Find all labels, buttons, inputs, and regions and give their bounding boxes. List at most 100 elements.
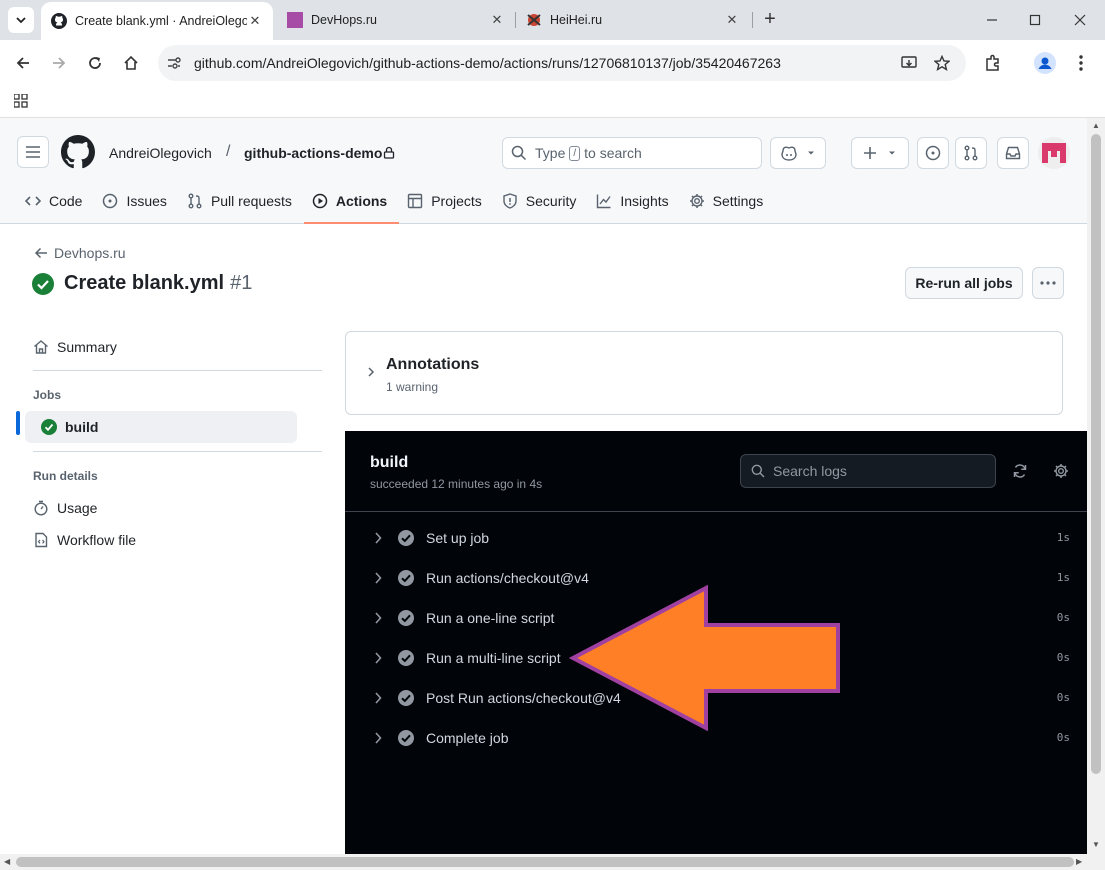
kebab-horizontal-icon — [1040, 281, 1056, 285]
horizontal-scrollbar[interactable]: ◀ ▶ — [0, 854, 1105, 870]
address-bar[interactable]: github.com/AndreiOlegovich/github-action… — [158, 45, 966, 81]
create-new-button[interactable] — [851, 137, 909, 169]
tab-search-button[interactable] — [8, 7, 34, 33]
back-arrow-icon[interactable] — [12, 52, 34, 74]
gear-icon[interactable] — [1052, 462, 1070, 480]
search-logs-placeholder: Search logs — [773, 463, 847, 479]
highlight-arrow-icon — [568, 585, 840, 731]
check-circle-fill-icon — [398, 650, 414, 666]
rerun-all-jobs-button[interactable]: Re-run all jobs — [905, 267, 1023, 299]
sidebar-item-label: Workflow file — [57, 532, 137, 548]
bookmark-star-icon[interactable] — [932, 53, 952, 73]
close-icon[interactable]: ✕ — [724, 12, 740, 28]
back-to-workflow-link[interactable]: Devhops.ru — [34, 245, 126, 261]
minimize-icon[interactable] — [982, 10, 1002, 30]
menu-button[interactable] — [17, 136, 49, 168]
close-icon[interactable]: ✕ — [489, 12, 505, 28]
step-duration: 0s — [1056, 651, 1070, 664]
reload-icon[interactable] — [84, 52, 106, 74]
plus-icon — [864, 147, 876, 159]
step-duration: 0s — [1056, 731, 1070, 744]
tab-label: Projects — [431, 193, 482, 209]
tab-label: Code — [49, 193, 83, 209]
tab-label: Issues — [126, 193, 167, 209]
tab-issues[interactable]: Issues — [94, 182, 178, 220]
vertical-scrollbar[interactable]: ▲ ▼ — [1087, 118, 1105, 854]
scroll-right-icon[interactable]: ▶ — [1076, 857, 1082, 866]
page-title: Create blank.yml #1 — [32, 272, 252, 295]
shield-icon — [503, 193, 517, 209]
tab-separator — [752, 12, 753, 28]
more-options-button[interactable] — [1032, 267, 1064, 299]
close-icon[interactable]: ✕ — [247, 13, 263, 29]
chevron-right-icon — [368, 367, 375, 377]
browser-toolbar: github.com/AndreiOlegovich/github-action… — [0, 40, 1105, 86]
issue-icon — [103, 193, 118, 209]
github-logo-icon[interactable] — [61, 135, 95, 169]
step-name: Run actions/checkout@v4 — [426, 570, 589, 586]
maximize-icon[interactable] — [1025, 10, 1045, 30]
horizontal-scroll-thumb[interactable] — [16, 857, 1074, 867]
play-icon — [312, 193, 328, 209]
check-circle-fill-icon — [398, 530, 414, 546]
browser-tab-heihei[interactable]: HeiHei.ru ✕ — [516, 4, 750, 36]
file-code-icon — [35, 532, 48, 548]
hamburger-icon — [26, 146, 40, 158]
site-info-icon[interactable] — [164, 53, 184, 73]
tab-title: DevHops.ru — [311, 13, 377, 27]
step-row[interactable]: Set up job 1s — [345, 518, 1087, 558]
tab-actions[interactable]: Actions — [303, 182, 400, 224]
scroll-up-icon[interactable]: ▲ — [1092, 121, 1100, 130]
extensions-icon[interactable] — [982, 52, 1004, 74]
chevron-right-icon — [375, 732, 382, 744]
issue-opened-icon — [925, 145, 941, 161]
purple-square-icon — [287, 12, 303, 28]
issues-button[interactable] — [917, 137, 949, 169]
user-avatar[interactable] — [1038, 137, 1070, 169]
search-input[interactable]: Type / to search — [502, 137, 762, 169]
apps-grid-icon[interactable] — [14, 94, 28, 108]
github-header: AndreiOlegovich / github-actions-demo Ty… — [0, 118, 1087, 224]
tab-label: Security — [525, 193, 577, 209]
run-title-text: Create blank.yml — [64, 272, 225, 294]
tab-code[interactable]: Code — [17, 182, 94, 220]
browser-tab-devhops[interactable]: DevHops.ru ✕ — [277, 4, 515, 36]
tab-title: HeiHei.ru — [550, 13, 603, 27]
back-link-label: Devhops.ru — [54, 245, 126, 261]
pull-request-icon — [188, 193, 202, 209]
sidebar-item-usage[interactable]: Usage — [16, 492, 297, 524]
sidebar-item-workflow-file[interactable]: Workflow file — [16, 524, 297, 556]
home-icon[interactable] — [120, 52, 142, 74]
window-close-icon[interactable] — [1070, 10, 1090, 30]
browser-menu-icon[interactable] — [1070, 52, 1092, 74]
inbox-button[interactable] — [997, 137, 1029, 169]
vertical-scroll-thumb[interactable] — [1091, 134, 1101, 774]
github-icon — [51, 13, 67, 29]
tab-label: Insights — [620, 193, 669, 209]
browser-tab-github[interactable]: Create blank.yml · AndreiOlegovich ✕ — [41, 2, 273, 40]
tab-projects[interactable]: Projects — [399, 182, 494, 220]
scroll-down-icon[interactable]: ▼ — [1092, 840, 1100, 849]
tab-insights[interactable]: Insights — [588, 182, 680, 220]
sidebar-item-label: build — [65, 419, 99, 435]
tab-settings[interactable]: Settings — [681, 182, 776, 220]
sidebar-item-build[interactable]: build — [25, 411, 297, 443]
refresh-icon[interactable] — [1011, 462, 1029, 480]
table-icon — [408, 193, 423, 209]
pull-requests-button[interactable] — [955, 137, 987, 169]
tab-security[interactable]: Security — [494, 182, 589, 220]
browser-tab-strip: Create blank.yml · AndreiOlegovich ✕ Dev… — [0, 0, 1105, 40]
search-logs-input[interactable]: Search logs — [740, 454, 996, 488]
forward-arrow-icon[interactable] — [48, 52, 70, 74]
new-tab-icon[interactable]: + — [759, 9, 781, 31]
annotations-card[interactable]: Annotations 1 warning — [345, 331, 1063, 415]
scroll-left-icon[interactable]: ◀ — [4, 857, 10, 866]
tab-pull-requests[interactable]: Pull requests — [179, 182, 304, 220]
repo-owner-link[interactable]: AndreiOlegovich — [109, 145, 212, 161]
copilot-button[interactable] — [770, 137, 826, 169]
install-app-icon[interactable] — [899, 53, 919, 73]
job-status-text: succeeded 12 minutes ago in 4s — [370, 477, 543, 491]
sidebar-item-summary[interactable]: Summary — [16, 331, 297, 363]
repo-name-link[interactable]: github-actions-demo — [244, 145, 382, 161]
profile-icon[interactable] — [1034, 52, 1056, 74]
